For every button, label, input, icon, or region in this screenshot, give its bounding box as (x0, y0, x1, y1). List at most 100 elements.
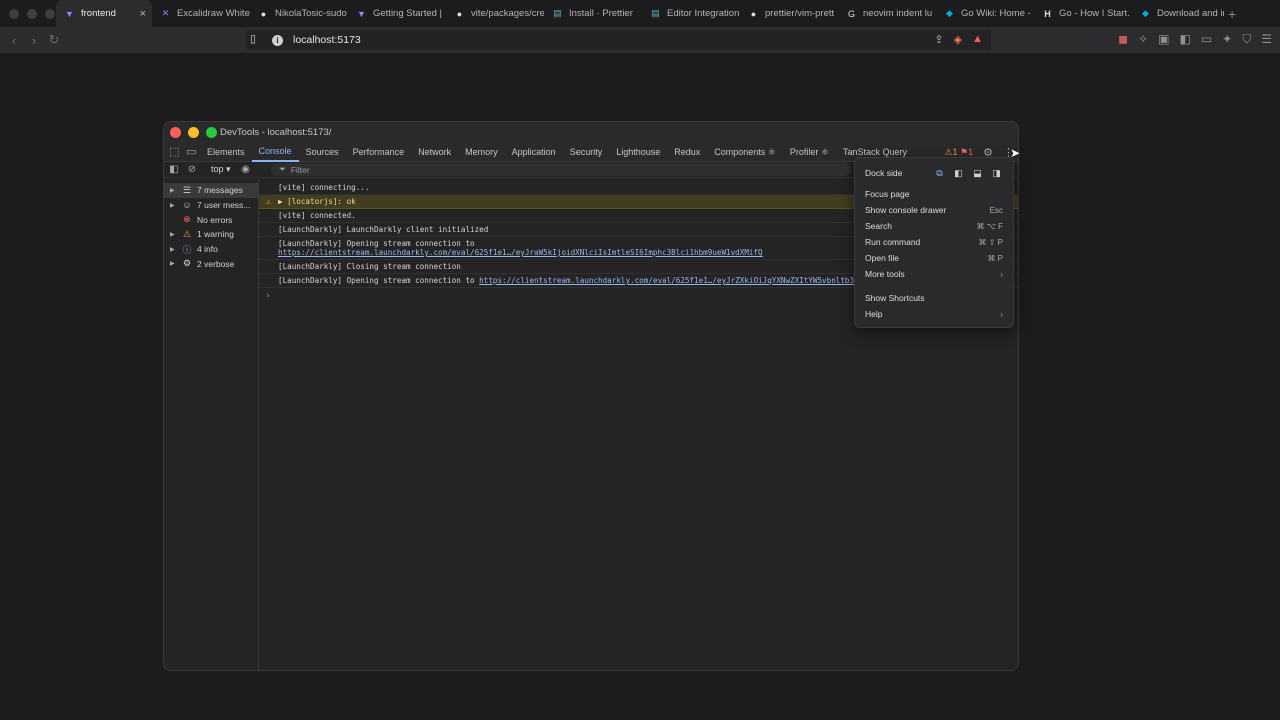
minimize-window-button[interactable] (27, 8, 37, 19)
devtools-overflow-menu: Dock side ⧉ ◧ ⬓ ◨ Focus page Show consol… (854, 157, 1014, 328)
tab-sources[interactable]: Sources (299, 142, 346, 162)
url-text: localhost:5173 (293, 34, 361, 46)
share-icon[interactable]: ⇪ (934, 33, 943, 46)
browser-tab[interactable]: ◆ Go Wiki: Home - (936, 0, 1034, 27)
maximize-devtools-button[interactable] (206, 126, 217, 138)
browser-tab[interactable]: ▼ frontend × (56, 0, 152, 27)
tab-redux[interactable]: Redux (667, 142, 707, 162)
vite-icon: ▼ (65, 8, 74, 19)
vite-icon: ▼ (357, 8, 366, 19)
menu-icon[interactable]: ☰ (1261, 32, 1272, 47)
tab-security[interactable]: Security (563, 142, 610, 162)
inspect-element-icon[interactable]: ⬚ (166, 145, 183, 158)
error-icon: ⊗ (183, 214, 191, 225)
undock-icon[interactable]: ⧉ (933, 167, 946, 179)
browser-tab[interactable]: ◆ Download and in (1132, 0, 1224, 27)
clear-console-icon[interactable]: ⊘ (183, 164, 201, 175)
browser-tab[interactable]: Gneovim indent lu (838, 0, 936, 27)
expand-caret-icon[interactable]: ▶ (170, 202, 180, 209)
tab-lighthouse[interactable]: Lighthouse (609, 142, 667, 162)
github-icon: ● (750, 8, 757, 19)
menu-item-more-tools[interactable]: More tools › (855, 266, 1013, 282)
sidebar-toggle-icon[interactable]: ◧ (1179, 32, 1190, 47)
tab-application[interactable]: Application (505, 142, 563, 162)
bookmark-icon[interactable]: ▯ (250, 32, 256, 45)
forward-icon[interactable]: › (24, 33, 44, 48)
close-devtools-button[interactable] (170, 126, 181, 138)
wallet-icon[interactable]: ▣ (1158, 32, 1169, 47)
close-window-button[interactable] (9, 8, 19, 19)
tab-elements[interactable]: Elements (200, 142, 252, 162)
window-controls (0, 8, 56, 19)
site-info-icon[interactable]: i (272, 34, 283, 46)
context-select[interactable]: top ▾ (201, 164, 237, 175)
browser-tab[interactable]: ● vite/packages/cre (446, 0, 544, 27)
minimize-devtools-button[interactable] (188, 126, 199, 138)
browser-tab[interactable]: ✕ Excalidraw White (152, 0, 250, 27)
tab-components[interactable]: Components ⚛ (707, 142, 783, 162)
menu-item-run-command[interactable]: Run command ⌘ ⇧ P (855, 234, 1013, 250)
extension-icon[interactable]: ◼ (1118, 32, 1128, 47)
vpn-icon[interactable]: ⛉ (1242, 32, 1251, 47)
dock-bottom-icon[interactable]: ⬓ (971, 167, 984, 179)
menu-item-search[interactable]: Search ⌘ ⌥ F (855, 218, 1013, 234)
reload-icon[interactable]: ↻ (44, 32, 64, 48)
sidebar-item-user-messages[interactable]: ▶ ☺ 7 user mess... (164, 198, 258, 213)
sidebar-item-info[interactable]: ▶ ⓘ 4 info (164, 242, 258, 257)
filter-input[interactable]: ⏷ Filter (271, 163, 851, 176)
browser-tab[interactable]: ● prettier/vim-prett (740, 0, 838, 27)
brave-shields-icon[interactable]: ◈ (954, 33, 962, 46)
tab-network[interactable]: Network (411, 142, 458, 162)
tab-console[interactable]: Console (251, 142, 299, 162)
browser-tab[interactable]: H Go - How I Start. (1034, 0, 1132, 27)
stream-link[interactable]: https://clientstream.launchdarkly.com/ev… (479, 276, 877, 285)
menu-item-open-file[interactable]: Open file ⌘ P (855, 250, 1013, 266)
github-icon: ● (456, 8, 463, 19)
sidebar-toggle-icon[interactable]: ◧ (165, 164, 183, 175)
close-tab-icon[interactable]: × (140, 8, 146, 20)
expand-caret-icon[interactable]: ▶ (170, 246, 180, 253)
browser-tab[interactable]: ▼ Getting Started | (348, 0, 446, 27)
sidebar-item-errors[interactable]: ⊗ No errors (164, 212, 258, 227)
expand-caret-icon[interactable]: ▶ (170, 187, 180, 194)
prettier-icon: ▤ (651, 8, 660, 18)
device-toolbar-icon[interactable]: ▭ (183, 145, 200, 158)
google-icon: G (847, 8, 855, 19)
console-sidebar: ▶ ☰ 7 messages ▶ ☺ 7 user mess... ⊗ No e… (164, 179, 259, 670)
tab-performance[interactable]: Performance (346, 142, 412, 162)
sidebar-item-verbose[interactable]: ▶ ⚙ 2 verbose (164, 256, 258, 271)
brave-rewards-icon[interactable]: ▲ (972, 33, 983, 46)
address-bar[interactable]: i localhost:5173 ⇪ ◈ ▲ (246, 30, 991, 50)
warning-icon: ⚠ (266, 197, 271, 206)
tab-profiler[interactable]: Profiler ⚛ (783, 142, 836, 162)
dock-right-icon[interactable]: ◨ (990, 167, 1003, 179)
sidebar-item-messages[interactable]: ▶ ☰ 7 messages (164, 183, 258, 198)
tab-memory[interactable]: Memory (458, 142, 505, 162)
leo-ai-icon[interactable]: ✦ (1222, 32, 1232, 47)
filter-placeholder: Filter (290, 164, 310, 175)
devtools-title: DevTools - localhost:5173/ (220, 126, 332, 138)
issues-badge[interactable]: ⚠1 ⚑1 (944, 147, 973, 158)
expand-caret-icon[interactable]: ▶ (170, 231, 180, 238)
browser-tab[interactable]: ▤ Editor Integration (642, 0, 740, 27)
menu-item-focus-page[interactable]: Focus page (855, 186, 1013, 202)
dock-side-row: Dock side ⧉ ◧ ⬓ ◨ (855, 164, 1013, 182)
menu-item-help[interactable]: Help › (855, 306, 1013, 322)
maximize-window-button[interactable] (45, 8, 55, 19)
new-tab-icon[interactable]: + (1228, 6, 1236, 22)
github-icon: ● (260, 8, 267, 19)
live-expression-eye-icon[interactable]: ◉ (237, 164, 255, 175)
sidebar-item-warnings[interactable]: ▶ ⚠ 1 warning (164, 227, 258, 242)
expand-caret-icon[interactable]: ▶ (170, 260, 180, 267)
menu-item-show-console-drawer[interactable]: Show console drawer Esc (855, 202, 1013, 218)
menu-item-show-shortcuts[interactable]: Show Shortcuts (855, 290, 1013, 306)
extensions-puzzle-icon[interactable]: ✧ (1138, 32, 1148, 47)
go-icon: ◆ (946, 8, 953, 18)
browser-tab[interactable]: ● NikolaTosic-sudo (250, 0, 348, 27)
info-icon: ⓘ (182, 244, 192, 255)
dock-side-label: Dock side (865, 168, 903, 178)
back-icon[interactable]: ‹ (4, 33, 24, 48)
dock-left-icon[interactable]: ◧ (952, 167, 965, 179)
wallet-icon[interactable]: ▭ (1201, 32, 1212, 47)
browser-tab[interactable]: ▤ Install · Prettier (544, 0, 642, 27)
